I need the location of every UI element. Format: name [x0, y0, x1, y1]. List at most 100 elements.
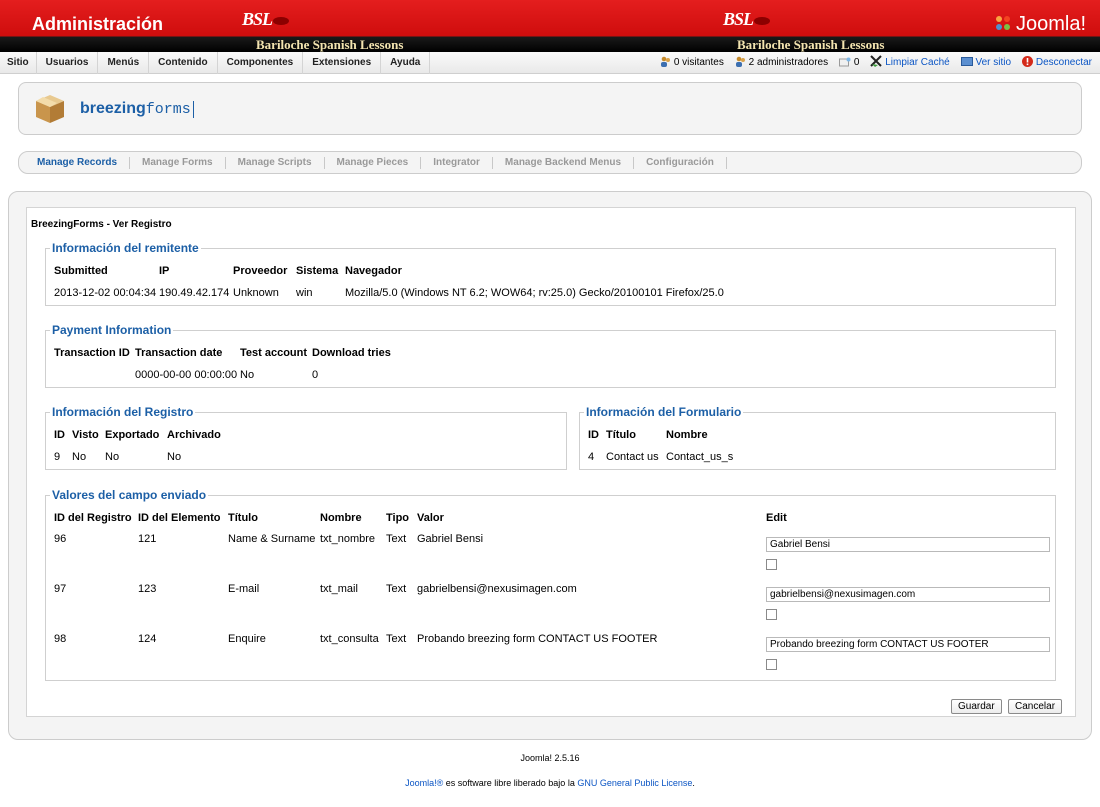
site-logo-text: BSL — [242, 9, 273, 29]
form-nombre-value: Contact_us_s — [666, 451, 734, 463]
row-title: Enquire — [228, 633, 266, 645]
messages-count: 0 — [853, 57, 860, 68]
payment-info-fieldset: Payment Information Transaction ID Trans… — [45, 323, 1056, 388]
form-titulo-value: Contact us — [606, 451, 659, 463]
gpl-link[interactable]: GNU General Public License — [577, 778, 692, 788]
col-id-elemento: ID del Elemento — [138, 512, 221, 524]
field-values-fieldset: Valores del campo enviado ID del Registr… — [45, 488, 1056, 681]
test-account-value: No — [240, 369, 255, 381]
tab-configuracion[interactable]: Configuración — [634, 157, 727, 169]
site-logo-mark-icon — [273, 16, 290, 25]
status-bar: 0 visitantes 2 administradores 0 Limpiar… — [652, 52, 1092, 74]
joomla-logo-text: Joomla! — [1015, 13, 1086, 35]
row-title: Name & Surname — [228, 533, 316, 545]
tab-manage-scripts[interactable]: Manage Scripts — [226, 157, 325, 169]
col-test-account: Test account — [240, 347, 308, 359]
license-text: es software libre liberado bajo la — [443, 778, 578, 788]
col-form-titulo: Título — [606, 429, 636, 441]
edit-field-name-surname[interactable] — [766, 537, 1050, 552]
col-id-registro: ID del Registro — [54, 512, 132, 524]
messages-status[interactable]: 0 — [838, 57, 862, 68]
row-record-id: 98 — [54, 633, 67, 645]
delete-checkbox[interactable] — [766, 659, 777, 670]
col-exportado: Exportado — [105, 429, 160, 441]
col-proveedor: Proveedor — [233, 265, 288, 277]
package-box-icon — [36, 95, 64, 123]
tab-manage-forms[interactable]: Manage Forms — [130, 157, 226, 169]
col-transaction-id: Transaction ID — [54, 347, 130, 359]
menu-sitio[interactable]: Sitio — [0, 52, 37, 74]
delete-checkbox[interactable] — [766, 609, 777, 620]
visitors-count: 0 visitantes — [673, 57, 724, 68]
col-valor: Valor — [417, 512, 444, 524]
row-value: Probando breezing form CONTACT US FOOTER — [417, 633, 658, 645]
sistema-value: win — [296, 287, 313, 299]
brand-light: forms — [145, 101, 194, 118]
payment-info-legend: Payment Information — [50, 323, 174, 337]
admins-status: 2 administradores — [735, 56, 831, 68]
component-tabs: Manage Records Manage Forms Manage Scrip… — [18, 151, 1082, 174]
col-record-id: ID — [54, 429, 65, 441]
row-record-id: 97 — [54, 583, 67, 595]
menu-ayuda[interactable]: Ayuda — [381, 52, 431, 74]
navegador-value: Mozilla/5.0 (Windows NT 6.2; WOW64; rv:2… — [345, 287, 724, 299]
row-title: E-mail — [228, 583, 260, 595]
record-info-legend: Información del Registro — [50, 405, 196, 419]
col-download-tries: Download tries — [312, 347, 391, 359]
menu-usuarios[interactable]: Usuarios — [37, 52, 99, 74]
row-record-id: 96 — [54, 533, 67, 545]
proveedor-value: Unknown — [233, 287, 279, 299]
admin-menubar: Sitio Usuarios Menús Contenido Component… — [0, 52, 1100, 74]
users-icon — [660, 56, 670, 67]
breezingforms-logo: breezingforms — [80, 100, 194, 118]
save-button[interactable]: Guardar — [951, 699, 1002, 714]
menu-componentes[interactable]: Componentes — [218, 52, 304, 74]
menu-contenido[interactable]: Contenido — [149, 52, 218, 74]
submitted-value: 2013-12-02 00:04:34 — [54, 287, 157, 299]
col-ip: IP — [159, 265, 170, 277]
record-id-value: 9 — [54, 451, 61, 463]
col-submitted: Submitted — [54, 265, 108, 277]
transaction-date-value: 0000-00-00 00:00:00 — [135, 369, 238, 381]
menu-extensiones[interactable]: Extensiones — [303, 52, 382, 74]
menu-menus[interactable]: Menús — [98, 52, 150, 74]
edit-field-enquire[interactable] — [766, 637, 1050, 652]
tab-integrator[interactable]: Integrator — [421, 157, 493, 169]
col-nombre: Nombre — [320, 512, 362, 524]
row-name: txt_nombre — [320, 533, 376, 545]
row-element-id: 121 — [138, 533, 157, 545]
main-panel: BreezingForms - Ver Registro Información… — [8, 191, 1092, 740]
sender-info-legend: Información del remitente — [50, 241, 201, 255]
tab-manage-pieces[interactable]: Manage Pieces — [325, 157, 422, 169]
tab-manage-records[interactable]: Manage Records — [19, 157, 131, 169]
component-logo-box: breezingforms — [18, 82, 1082, 135]
record-content: BreezingForms - Ver Registro Información… — [26, 207, 1076, 717]
broom-icon — [870, 55, 882, 67]
view-site-link[interactable]: Ver sitio — [960, 57, 1014, 68]
cancel-button[interactable]: Cancelar — [1008, 699, 1063, 714]
joomla-logo-icon — [995, 16, 1010, 30]
admin-header: Administración BSL Bariloche Spanish Les… — [0, 0, 1100, 52]
download-tries-value: 0 — [312, 369, 319, 381]
row-element-id: 124 — [138, 633, 157, 645]
page-title: BreezingForms - Ver Registro — [31, 219, 172, 230]
site-name-left: Bariloche Spanish Lessons — [256, 37, 404, 52]
ip-value: 190.49.42.174 — [159, 287, 230, 299]
row-element-id: 123 — [138, 583, 157, 595]
col-transaction-date: Transaction date — [135, 347, 223, 359]
archivado-value: No — [167, 451, 182, 463]
joomla-link[interactable]: Joomla!® — [405, 778, 443, 788]
exportado-value: No — [105, 451, 120, 463]
row-type: Text — [386, 533, 407, 545]
edit-field-email[interactable] — [766, 587, 1050, 602]
form-info-fieldset: Información del Formulario ID Título Nom… — [579, 405, 1056, 470]
delete-checkbox[interactable] — [766, 559, 777, 570]
field-values-legend: Valores del campo enviado — [50, 488, 209, 502]
logout-link[interactable]: Desconectar — [1021, 56, 1092, 68]
visitors-status: 0 visitantes — [660, 56, 727, 68]
joomla-logo: Joomla! — [994, 13, 1086, 36]
license-end: . — [692, 778, 695, 788]
clear-cache-link[interactable]: Limpiar Caché — [870, 55, 952, 68]
row-value: gabrielbensi@nexusimagen.com — [417, 583, 577, 595]
tab-manage-backend-menus[interactable]: Manage Backend Menus — [493, 157, 635, 169]
